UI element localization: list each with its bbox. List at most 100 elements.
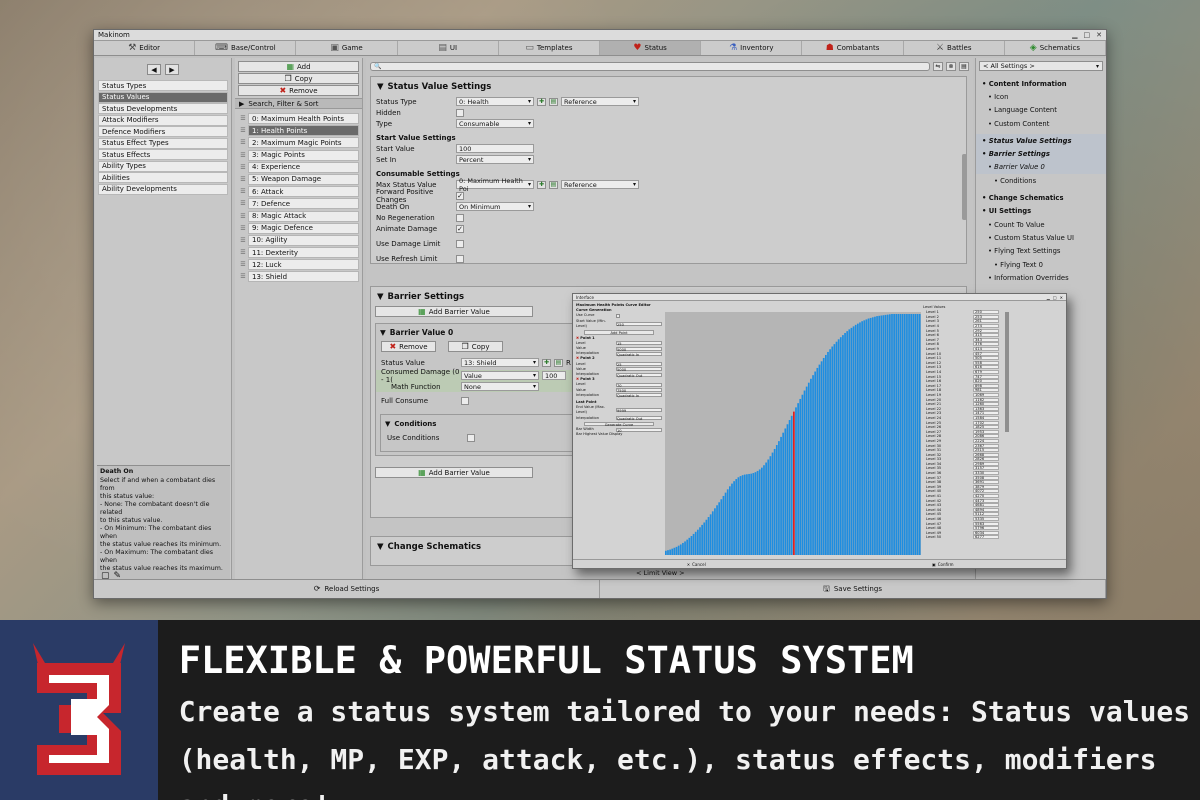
level-value-field[interactable]: 2826 — [973, 457, 999, 462]
curve-plot[interactable] — [665, 312, 921, 555]
end-value-field[interactable]: 9999 — [616, 408, 662, 413]
level-value-field[interactable]: 2989 — [973, 461, 999, 466]
drag-handle-icon[interactable]: ☰ — [238, 115, 248, 122]
curve-bar[interactable] — [833, 344, 836, 555]
curve-bar[interactable] — [825, 354, 827, 555]
add-type-icon[interactable]: ✚ — [537, 97, 546, 106]
curve-bar[interactable] — [901, 314, 904, 555]
level-value-field[interactable]: 5335 — [973, 517, 999, 522]
curve-bar[interactable] — [720, 499, 723, 555]
curve-bar[interactable] — [897, 314, 900, 555]
level-value-field[interactable]: 6034 — [973, 530, 999, 535]
animate-damage-checkbox[interactable]: ✓ — [456, 224, 464, 233]
level-value-field[interactable]: 747 — [973, 374, 999, 379]
curve-bar[interactable] — [893, 314, 895, 555]
level-value-field[interactable]: 558 — [973, 360, 999, 365]
level-value-field[interactable]: 414 — [973, 347, 999, 352]
use-curve-checkbox[interactable] — [616, 314, 620, 318]
outline-item[interactable]: • Change Schematics — [976, 191, 1106, 204]
forward-positive-changes-checkbox[interactable]: ✓ — [456, 191, 464, 200]
curve-bar[interactable] — [722, 495, 725, 555]
status-value-item[interactable]: ☰ 12: Luck — [238, 259, 359, 271]
curve-bar[interactable] — [876, 316, 878, 555]
curve-point-interpolation-field[interactable]: Quadratic Out — [616, 372, 662, 378]
curve-bar[interactable] — [679, 544, 682, 555]
curve-bar[interactable] — [803, 390, 806, 555]
level-value-field[interactable]: 898 — [973, 383, 999, 388]
tab-ui[interactable]: ▤ UI — [398, 41, 499, 55]
curve-bar[interactable] — [795, 407, 797, 555]
level-value-field[interactable]: 2224 — [973, 438, 999, 443]
status-value-item[interactable]: ☰ 5: Weapon Damage — [238, 173, 359, 185]
close-icon[interactable]: ✕ — [1096, 31, 1102, 39]
level-value-field[interactable]: 820 — [973, 379, 999, 384]
curve-bar[interactable] — [773, 448, 776, 555]
outline-item[interactable]: • Count To Value — [976, 218, 1106, 231]
level-value-field[interactable]: 1260 — [973, 402, 999, 407]
curve-bar[interactable] — [701, 524, 703, 555]
collapse-icon[interactable]: ▼ — [377, 292, 384, 302]
copy-button[interactable]: ❐ Copy — [238, 73, 359, 84]
add-barrier-sv-icon[interactable]: ✚ — [542, 358, 551, 367]
drag-handle-icon[interactable]: ☰ — [238, 188, 248, 195]
curve-bar[interactable] — [741, 475, 744, 555]
settings-search-clear-icon[interactable]: ⊗ — [946, 61, 956, 71]
curve-bar[interactable] — [871, 317, 874, 555]
curve-bar[interactable] — [729, 486, 731, 555]
level-value-field[interactable]: 4681 — [973, 503, 999, 508]
curve-bar[interactable] — [739, 476, 742, 555]
section-item[interactable]: Defence Modifiers — [98, 126, 228, 137]
add-max-sv-icon[interactable]: ✚ — [537, 180, 546, 189]
curve-bar[interactable] — [769, 456, 772, 555]
maximize-icon[interactable]: □ — [1084, 31, 1091, 39]
status-value-item[interactable]: ☰ 2: Maximum Magic Points — [238, 137, 359, 149]
collapse-icon[interactable]: ▼ — [377, 542, 384, 552]
curve-bar[interactable] — [846, 331, 849, 555]
select-type-icon[interactable]: ▤ — [549, 97, 558, 106]
curve-bar[interactable] — [814, 371, 817, 555]
curve-bar[interactable] — [692, 533, 695, 555]
use-refresh-limit-checkbox[interactable] — [456, 254, 464, 263]
collapse-icon[interactable]: ▼ — [385, 420, 390, 428]
level-value-field[interactable]: 5563 — [973, 521, 999, 526]
section-item[interactable]: Ability Types — [98, 160, 228, 172]
curve-bar[interactable] — [880, 315, 883, 555]
status-value-item[interactable]: ☰ 13: Shield — [238, 271, 359, 283]
curve-bar[interactable] — [812, 375, 814, 555]
level-value-field[interactable]: 376 — [973, 342, 999, 347]
curve-point-interpolation-field[interactable]: Quadratic In — [616, 393, 662, 398]
settings-search-toggle-icon[interactable]: ⇋ — [933, 61, 943, 71]
tab-game[interactable]: ▣ Game — [296, 41, 398, 55]
curve-point-level-field[interactable]: 25 — [616, 362, 662, 367]
curve-bar[interactable] — [748, 473, 750, 555]
curve-bar[interactable] — [908, 314, 910, 555]
curve-bar[interactable] — [863, 320, 866, 555]
hidden-checkbox[interactable] — [456, 108, 464, 117]
maximize-icon[interactable]: □ — [1053, 295, 1057, 300]
level-value-field[interactable]: 274 — [973, 324, 999, 329]
outline-item[interactable]: • Custom Status Value UI — [976, 231, 1106, 244]
add-barrier-value-button[interactable]: ▦ Add Barrier Value — [375, 306, 533, 317]
curve-bar[interactable] — [810, 378, 812, 555]
status-value-item[interactable]: ☰ 8: Magic Attack — [238, 210, 359, 222]
start-value-field[interactable]: 100 — [456, 144, 534, 153]
outline-item[interactable]: • Custom Content — [976, 117, 1106, 130]
math-function-select[interactable]: None — [461, 382, 539, 391]
curve-bar[interactable] — [799, 398, 802, 555]
curve-bar[interactable] — [912, 314, 915, 555]
level-value-field[interactable]: 253 — [973, 314, 999, 319]
level-value-field[interactable]: 250 — [973, 310, 999, 315]
drag-handle-icon[interactable]: ☰ — [238, 261, 248, 268]
curve-point-level-field[interactable]: 15 — [616, 341, 662, 346]
curve-bar[interactable] — [801, 394, 804, 555]
status-type-reference-select[interactable]: Reference — [561, 97, 639, 106]
cancel-button[interactable]: ✕ Cancel — [573, 560, 820, 568]
curve-bar[interactable] — [690, 536, 693, 555]
outline-item[interactable]: • Information Overrides — [976, 271, 1106, 284]
level-value-field[interactable]: 981 — [973, 388, 999, 393]
curve-bar[interactable] — [852, 326, 855, 555]
curve-bar[interactable] — [910, 314, 913, 555]
drag-handle-icon[interactable]: ☰ — [238, 213, 248, 220]
curve-bar[interactable] — [778, 441, 780, 555]
tab-editor[interactable]: ⚒ Editor — [94, 41, 196, 55]
